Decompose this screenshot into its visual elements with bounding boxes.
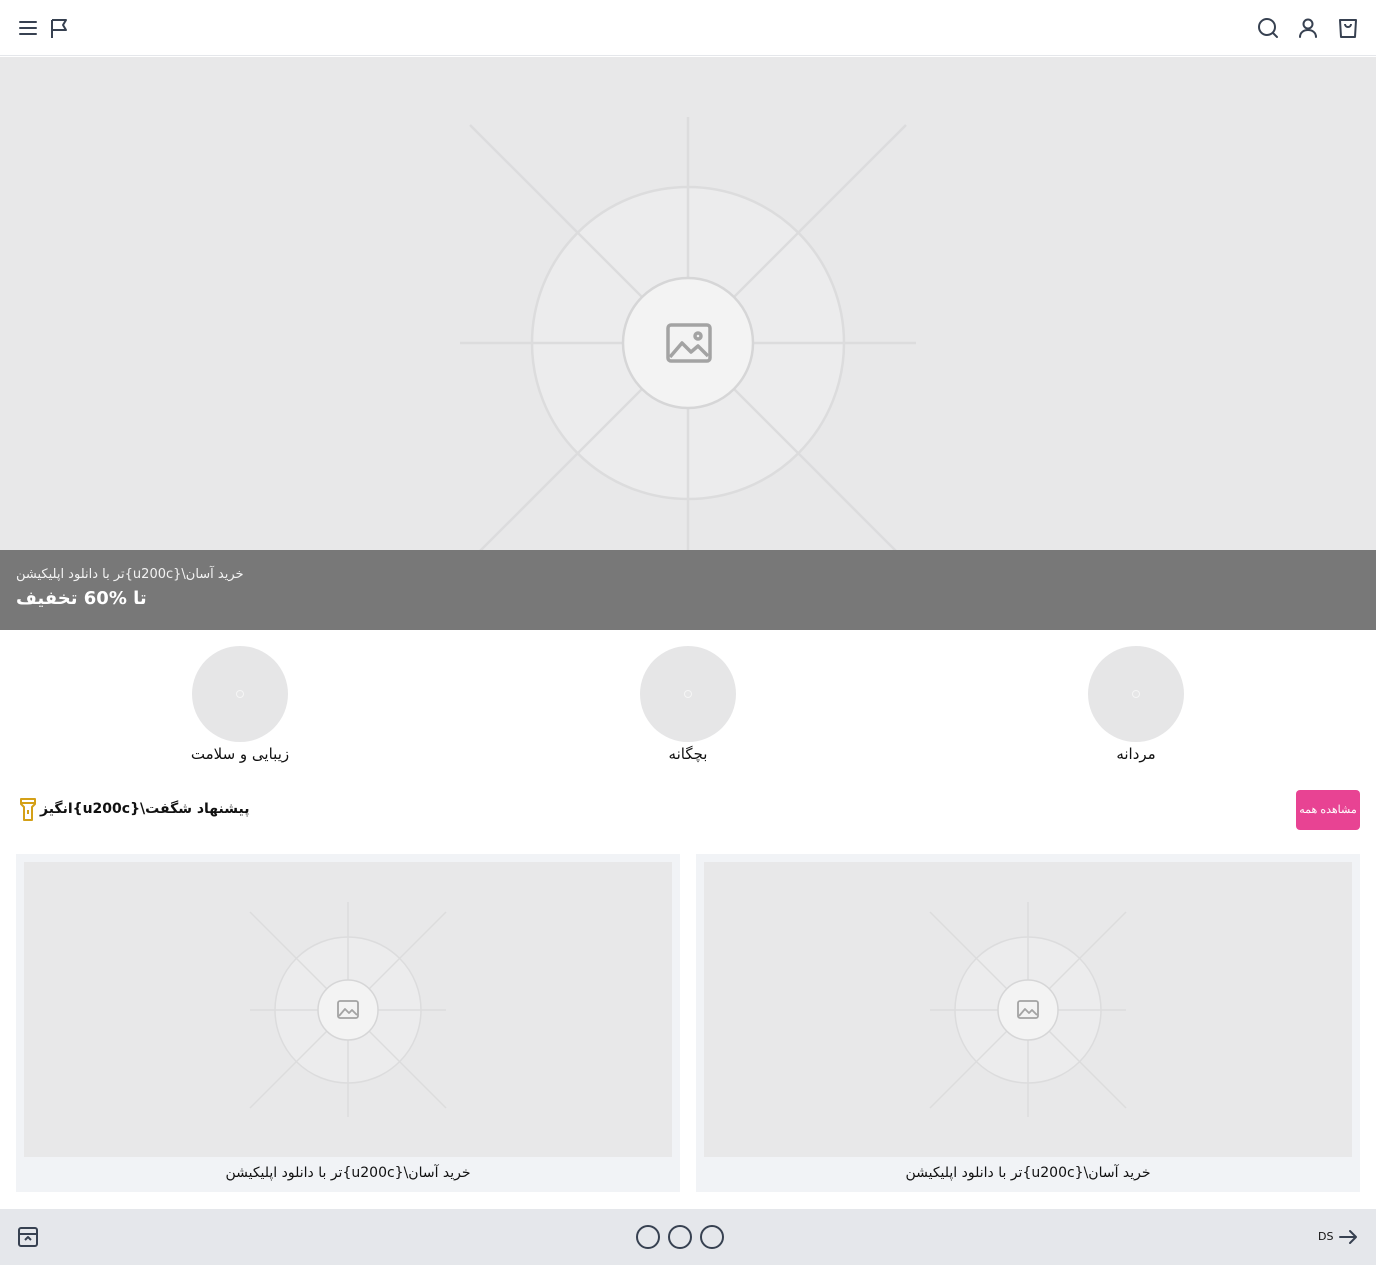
arrow-right-icon <box>1339 1230 1357 1244</box>
product-image <box>24 862 672 1157</box>
pager-dots <box>636 1225 726 1249</box>
next-label: DS <box>1318 1230 1334 1243</box>
flashlight-icon <box>18 797 38 823</box>
section-title: انگیز{u200c}\پیشنهاد شگفت <box>40 801 250 817</box>
category-image <box>640 646 736 742</box>
category-kids[interactable]: بچگانه <box>628 646 748 768</box>
flash-sale-header: انگیز{u200c}\پیشنهاد شگفت مشاهده همه <box>0 790 1376 830</box>
category-label: زیبایی و سلامت <box>190 745 290 763</box>
product-card[interactable]: تر با دانلود اپلیکیشن{u200c}\خرید آسان <box>16 854 680 1192</box>
image-placeholder-icon <box>249 902 447 1117</box>
search-icon[interactable] <box>1256 16 1280 40</box>
bottom-bar: DS <box>0 1209 1376 1265</box>
shopping-bag-icon[interactable] <box>1336 16 1360 40</box>
pager-dot[interactable] <box>700 1225 724 1249</box>
product-image <box>704 862 1352 1157</box>
product-caption: تر با دانلود اپلیکیشن{u200c}\خرید آسان <box>225 1165 471 1181</box>
user-icon[interactable] <box>1296 16 1320 40</box>
product-caption: تر با دانلود اپلیکیشن{u200c}\خرید آسان <box>905 1165 1151 1181</box>
category-men[interactable]: مردانه <box>1076 646 1196 768</box>
image-placeholder-icon <box>460 117 916 550</box>
category-image <box>192 646 288 742</box>
view-all-button[interactable]: مشاهده همه <box>1296 790 1360 830</box>
category-label: مردانه <box>1116 745 1156 763</box>
promo-title: تا %60 تخفیف <box>16 588 147 609</box>
category-image <box>1088 646 1184 742</box>
promo-subtitle: تر با دانلود اپلیکیشن{u200c}\خرید آسان <box>16 567 244 582</box>
image-placeholder-icon <box>929 902 1127 1117</box>
top-bar <box>0 0 1376 56</box>
menu-icon[interactable] <box>16 16 40 40</box>
category-beauty-health[interactable]: زیبایی و سلامت <box>180 646 300 768</box>
pager-dot[interactable] <box>636 1225 660 1249</box>
flag-icon[interactable] <box>48 16 72 40</box>
category-label: بچگانه <box>668 745 708 763</box>
hero-banner[interactable] <box>0 57 1376 550</box>
next-button[interactable]: DS <box>1318 1225 1364 1249</box>
product-card[interactable]: تر با دانلود اپلیکیشن{u200c}\خرید آسان <box>696 854 1360 1192</box>
archive-icon[interactable] <box>16 1225 40 1249</box>
pager-dot[interactable] <box>668 1225 692 1249</box>
promo-strip[interactable]: تر با دانلود اپلیکیشن{u200c}\خرید آسان ت… <box>0 550 1376 630</box>
